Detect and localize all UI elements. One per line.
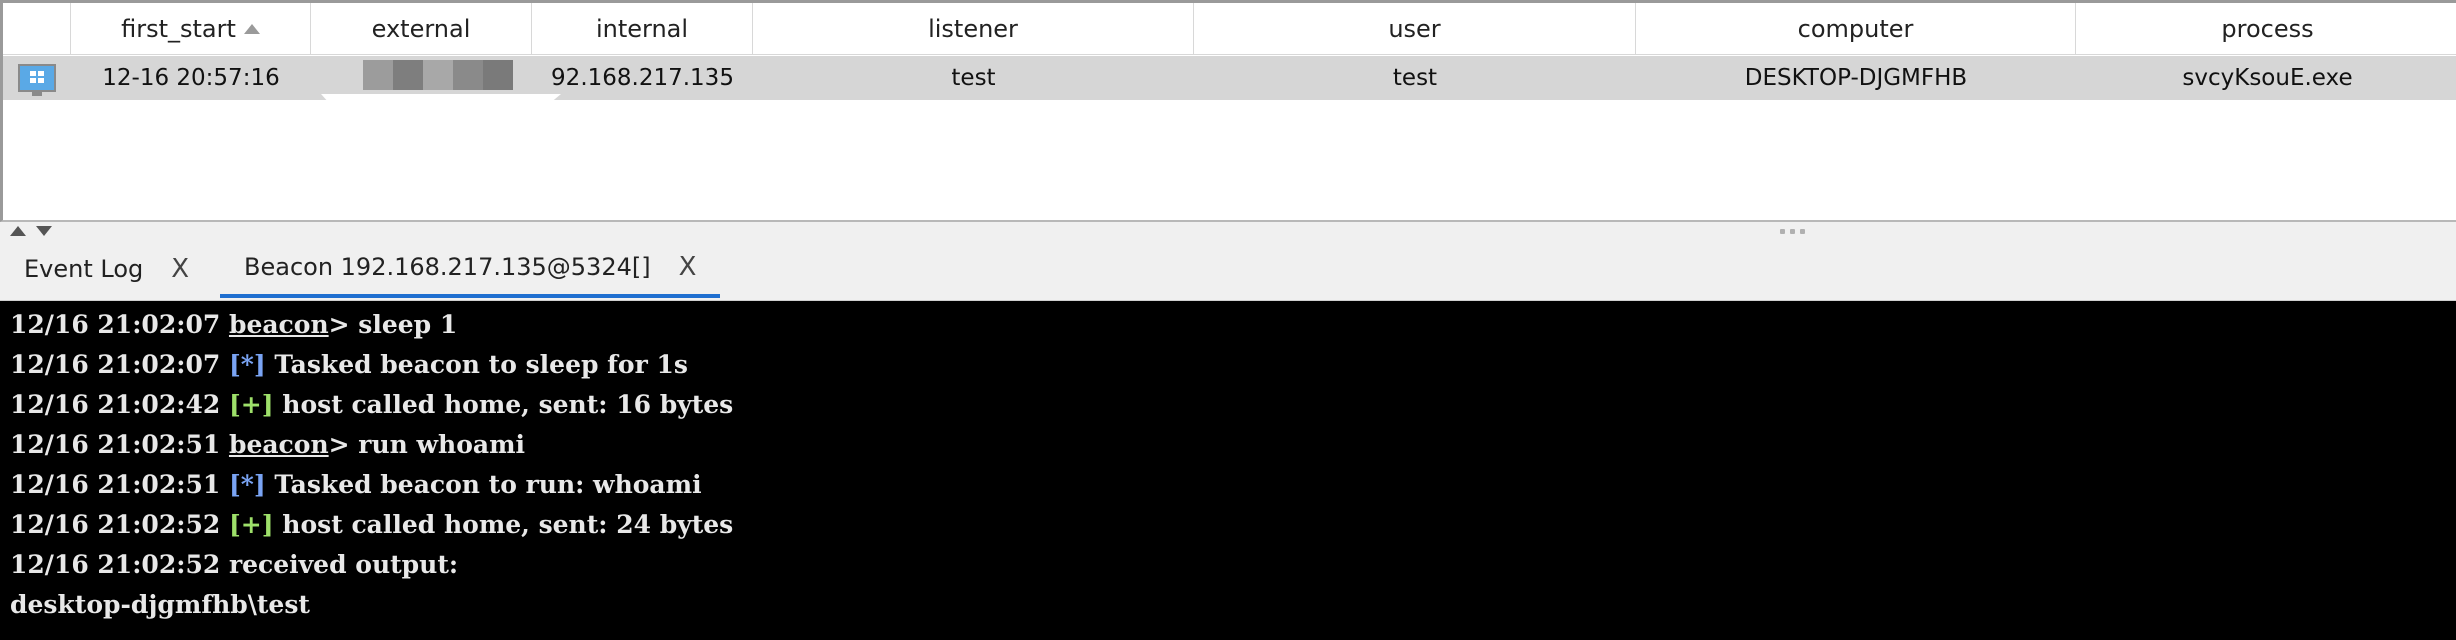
col-header-label: internal — [595, 14, 689, 43]
col-header-user[interactable]: user — [1194, 3, 1636, 54]
timestamp: 12/16 21:02:42 — [10, 390, 221, 419]
cell-external-redacted — [311, 56, 561, 102]
cell-user: test — [1392, 65, 1438, 91]
col-header-label: computer — [1797, 14, 1914, 43]
console-line: 12/16 21:02:52 received output: — [10, 545, 458, 585]
table-row[interactable]: 12-16 20:57:16 92.168.217.135 test test … — [3, 56, 2456, 102]
console-line: 12/16 21:02:07 [*] Tasked beacon to slee… — [10, 345, 688, 385]
timestamp: 12/16 21:02:52 — [10, 510, 221, 539]
sort-ascending-icon — [243, 23, 260, 34]
splitter-grip-icon[interactable] — [1780, 229, 1785, 234]
console-text: > sleep 1 — [328, 310, 458, 339]
col-header-label: external — [371, 14, 471, 43]
console-line: 12/16 21:02:07 beacon> sleep 1 — [10, 305, 457, 345]
cell-process: svcyKsouE.exe — [2182, 65, 2353, 91]
console-output-line: desktop-djgmfhb\test — [10, 585, 310, 625]
console-text: host called home, sent: 16 bytes — [273, 390, 734, 419]
tab-label: Event Log — [24, 255, 144, 283]
close-icon[interactable]: X — [679, 252, 697, 282]
tab-beacon[interactable]: Beacon 192.168.217.135@5324[] X — [220, 240, 721, 298]
success-tag: [+] — [228, 510, 274, 539]
col-header-label: listener — [928, 14, 1018, 43]
col-header-first-start[interactable]: first_start — [71, 3, 311, 54]
timestamp: 12/16 21:02:52 — [10, 550, 221, 579]
col-header-computer[interactable]: computer — [1636, 3, 2076, 54]
console-text: > run whoami — [328, 430, 526, 459]
row-icon-cell — [3, 56, 71, 100]
console-text: desktop-djgmfhb\test — [10, 590, 310, 619]
cell-internal: 92.168.217.135 — [551, 65, 734, 91]
col-header-process[interactable]: process — [2076, 3, 2456, 54]
console-line: 12/16 21:02:51 [*] Tasked beacon to run:… — [10, 465, 702, 505]
timestamp: 12/16 21:02:07 — [10, 350, 221, 379]
beacon-table: first_start external internal listener u… — [0, 0, 2456, 222]
col-header-label: first_start — [121, 14, 236, 43]
windows-monitor-icon — [18, 64, 56, 96]
col-header-label: process — [2221, 14, 2314, 43]
col-header-listener[interactable]: listener — [753, 3, 1194, 54]
info-tag: [*] — [228, 470, 266, 499]
panel-splitter[interactable] — [0, 222, 2456, 240]
table-header: first_start external internal listener u… — [3, 3, 2456, 55]
tab-bar: Event Log X Beacon 192.168.217.135@5324[… — [0, 240, 2456, 301]
expand-down-icon[interactable] — [36, 226, 52, 236]
console-text: Tasked beacon to run: whoami — [265, 470, 702, 499]
console-text: Tasked beacon to sleep for 1s — [265, 350, 688, 379]
console-line: 12/16 21:02:52 [+] host called home, sen… — [10, 505, 733, 545]
success-tag: [+] — [228, 390, 274, 419]
collapse-up-icon[interactable] — [10, 226, 26, 236]
console-line: 12/16 21:02:51 beacon> run whoami — [10, 425, 525, 465]
col-header-label: user — [1388, 14, 1441, 43]
beacon-prompt: beacon — [228, 310, 329, 339]
col-header-external[interactable]: external — [311, 3, 532, 54]
col-header-internal[interactable]: internal — [532, 3, 753, 54]
cell-first-start: 12-16 20:57:16 — [102, 65, 280, 91]
console-text: host called home, sent: 24 bytes — [273, 510, 734, 539]
info-tag: [*] — [228, 350, 266, 379]
tab-label: Beacon 192.168.217.135@5324[] — [244, 253, 651, 281]
close-icon[interactable]: X — [171, 254, 189, 284]
beacon-prompt: beacon — [228, 430, 329, 459]
cell-listener: test — [951, 65, 996, 91]
timestamp: 12/16 21:02:07 — [10, 310, 221, 339]
cell-computer: DESKTOP-DJGMFHB — [1744, 65, 1968, 91]
col-header-icon[interactable] — [3, 3, 71, 54]
timestamp: 12/16 21:02:51 — [10, 470, 221, 499]
timestamp: 12/16 21:02:51 — [10, 430, 221, 459]
beacon-console[interactable]: 12/16 21:02:07 beacon> sleep 1 12/16 21:… — [0, 301, 2456, 640]
splitter-grip-icon[interactable] — [1800, 229, 1805, 234]
tab-event-log[interactable]: Event Log X — [24, 240, 189, 298]
console-text: received output: — [220, 550, 459, 579]
splitter-grip-icon[interactable] — [1790, 229, 1795, 234]
console-line: 12/16 21:02:42 [+] host called home, sen… — [10, 385, 733, 425]
